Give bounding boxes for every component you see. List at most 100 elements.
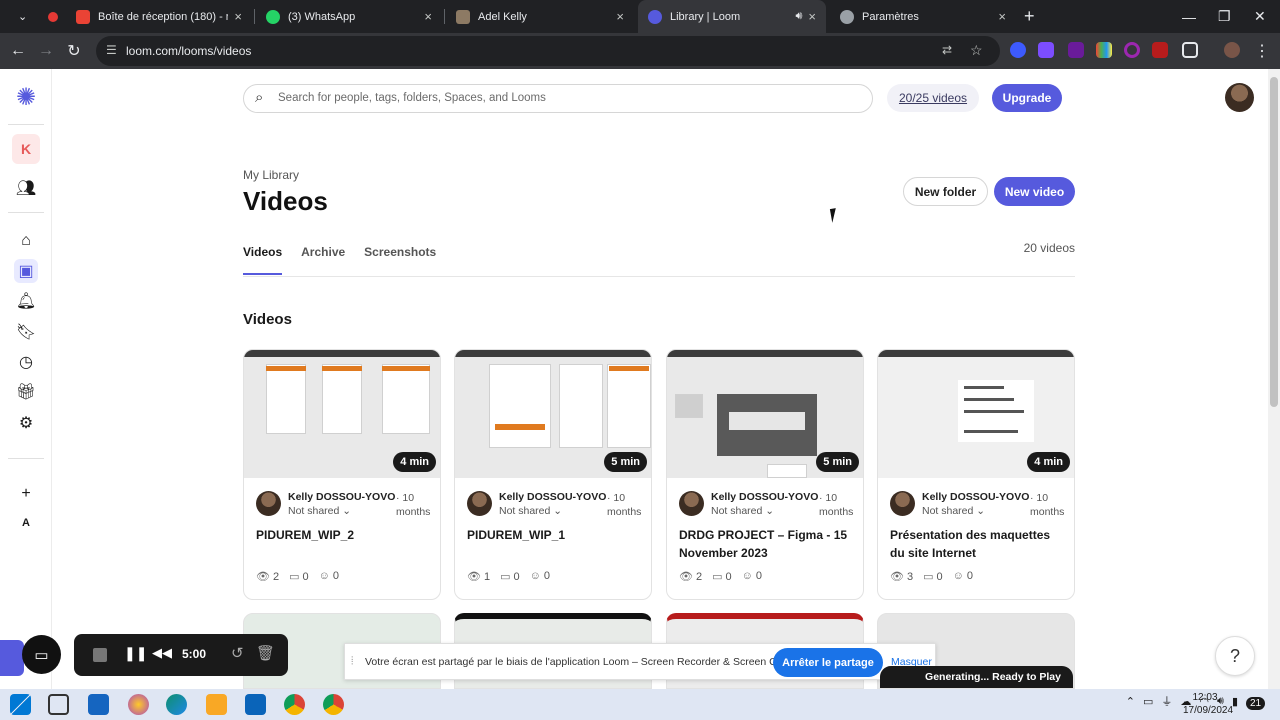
share-status-dropdown[interactable]: Not shared ⌄ bbox=[922, 505, 985, 517]
author-name[interactable]: Kelly DOSSOU-YOVO bbox=[288, 491, 395, 503]
edge-icon[interactable] bbox=[166, 694, 187, 715]
tab-adel-kelly[interactable]: Adel Kelly × bbox=[446, 0, 634, 33]
speaker-icon[interactable]: 🔊︎ bbox=[795, 10, 802, 23]
add-icon[interactable]: + bbox=[14, 482, 38, 506]
upgrade-button[interactable]: Upgrade bbox=[992, 84, 1062, 112]
copilot-icon[interactable] bbox=[128, 694, 149, 715]
new-tab-button[interactable]: + bbox=[1024, 0, 1035, 33]
account-initial[interactable]: A bbox=[14, 511, 38, 535]
outlook-icon[interactable] bbox=[245, 694, 266, 715]
video-title[interactable]: DRDG PROJECT – Figma - 15 November 2023 bbox=[679, 526, 857, 562]
mail-icon[interactable] bbox=[88, 694, 109, 715]
video-thumbnail[interactable]: 5 min bbox=[455, 350, 651, 478]
help-button[interactable]: ? bbox=[1215, 636, 1255, 676]
bell-icon[interactable]: 🔔︎ bbox=[14, 289, 38, 313]
search-input[interactable]: ⌕ Search for people, tags, folders, Spac… bbox=[243, 84, 873, 113]
share-status-dropdown[interactable]: Not shared ⌄ bbox=[499, 505, 562, 517]
recording-indicator[interactable] bbox=[38, 0, 64, 33]
video-title[interactable]: PIDUREM_WIP_2 bbox=[256, 526, 434, 544]
people-icon[interactable]: 👥︎ bbox=[14, 176, 38, 200]
chevron-up-icon[interactable]: ⌃ bbox=[1126, 695, 1135, 708]
notification-badge[interactable]: 21 bbox=[1246, 697, 1266, 710]
gear-icon[interactable]: ⚙ bbox=[14, 411, 38, 435]
restore-button[interactable]: ❐ bbox=[1218, 0, 1231, 33]
chrome-icon[interactable] bbox=[284, 694, 305, 715]
tab-archive[interactable]: Archive bbox=[301, 245, 345, 275]
restart-icon[interactable]: ↺ bbox=[231, 644, 244, 662]
drag-handle-icon[interactable]: ⦙ bbox=[351, 655, 353, 668]
tab-screenshots[interactable]: Screenshots bbox=[364, 245, 436, 275]
address-bar[interactable]: ☰ loom.com/looms/videos ⇄ ☆ bbox=[96, 36, 1000, 66]
tab-settings[interactable]: Paramètres × bbox=[830, 0, 1016, 33]
reload-icon[interactable]: ↻ bbox=[62, 39, 86, 63]
new-video-button[interactable]: New video bbox=[994, 177, 1075, 206]
user-avatar[interactable] bbox=[1225, 83, 1254, 112]
file-explorer-icon[interactable] bbox=[206, 694, 227, 715]
author-name[interactable]: Kelly DOSSOU-YOVO bbox=[499, 491, 606, 503]
scrollbar-thumb[interactable] bbox=[1270, 77, 1278, 407]
extension-icon[interactable] bbox=[1068, 42, 1084, 58]
loom-logo-icon[interactable]: ✺ bbox=[14, 84, 38, 111]
video-thumbnail[interactable]: 4 min bbox=[878, 350, 1074, 478]
monitor-icon[interactable]: ▭ bbox=[1143, 695, 1153, 708]
rewind-icon[interactable]: ◀◀ bbox=[152, 645, 172, 661]
stop-sharing-button[interactable]: Arrêter le partage bbox=[773, 648, 883, 677]
task-view-icon[interactable] bbox=[48, 694, 69, 715]
history-icon[interactable]: ◷ bbox=[14, 350, 38, 374]
extension-icon[interactable] bbox=[1038, 42, 1054, 58]
more-menu-icon[interactable]: ⋮ bbox=[1250, 39, 1274, 63]
site-info-icon[interactable]: ☰ bbox=[106, 43, 117, 57]
page-scrollbar[interactable] bbox=[1268, 69, 1280, 689]
author-name[interactable]: Kelly DOSSOU-YOVO bbox=[711, 491, 818, 503]
usb-icon[interactable]: ⏚ bbox=[1161, 693, 1172, 709]
windows-start-icon[interactable] bbox=[10, 694, 31, 715]
extension-icon[interactable] bbox=[1096, 42, 1112, 58]
pause-icon[interactable]: ❚❚ bbox=[124, 645, 147, 662]
camera-icon[interactable]: ▭ bbox=[22, 635, 61, 674]
close-icon[interactable]: × bbox=[424, 9, 432, 24]
share-status-dropdown[interactable]: Not shared ⌄ bbox=[711, 505, 774, 517]
video-thumbnail[interactable]: 5 min bbox=[667, 350, 863, 478]
close-icon[interactable]: × bbox=[234, 9, 242, 24]
video-card[interactable]: 4 min Kelly DOSSOU-YOVO · 10 months Not … bbox=[877, 349, 1075, 600]
tab-loom-library[interactable]: Library | Loom 🔊︎ × bbox=[638, 0, 826, 33]
home-icon[interactable]: ⌂ bbox=[14, 229, 38, 253]
star-icon[interactable]: ☆ bbox=[970, 42, 983, 59]
forward-arrow-icon[interactable]: → bbox=[34, 39, 58, 63]
minimize-button[interactable]: — bbox=[1182, 0, 1196, 33]
puzzle-icon[interactable] bbox=[1182, 42, 1198, 58]
new-folder-button[interactable]: New folder bbox=[903, 177, 988, 206]
tab-gmail[interactable]: Boîte de réception (180) - noell × bbox=[66, 0, 252, 33]
recorder-edge-tab[interactable] bbox=[0, 640, 24, 676]
extension-icon[interactable] bbox=[1124, 42, 1140, 58]
author-name[interactable]: Kelly DOSSOU-YOVO bbox=[922, 491, 1029, 503]
profile-avatar[interactable] bbox=[1224, 42, 1240, 58]
extension-icon[interactable] bbox=[1152, 42, 1168, 58]
workspace-avatar[interactable]: K bbox=[12, 134, 40, 164]
back-arrow-icon[interactable]: ← bbox=[6, 39, 30, 63]
chrome-icon[interactable] bbox=[323, 694, 344, 715]
video-quota-badge[interactable]: 20/25 videos bbox=[887, 84, 979, 112]
close-icon[interactable]: × bbox=[808, 9, 816, 24]
extension-icon[interactable] bbox=[1010, 42, 1026, 58]
video-card[interactable]: 5 min Kelly DOSSOU-YOVO · 10 months Not … bbox=[666, 349, 864, 600]
tab-search-button[interactable]: ⌄ bbox=[8, 0, 36, 33]
window-close-button[interactable]: ✕ bbox=[1254, 0, 1266, 33]
video-thumbnail[interactable]: 4 min bbox=[244, 350, 440, 478]
gift-icon[interactable]: 🎁︎ bbox=[14, 380, 38, 404]
close-icon[interactable]: × bbox=[998, 9, 1006, 24]
clock[interactable]: 12:03 17/09/2024 bbox=[1183, 691, 1233, 717]
video-card[interactable]: 5 min Kelly DOSSOU-YOVO · 10 months Not … bbox=[454, 349, 652, 600]
translate-icon[interactable]: ⇄ bbox=[942, 43, 952, 57]
video-title[interactable]: PIDUREM_WIP_1 bbox=[467, 526, 645, 544]
stop-icon[interactable] bbox=[93, 648, 107, 662]
share-status-dropdown[interactable]: Not shared ⌄ bbox=[288, 505, 351, 517]
bookmark-icon[interactable]: 🔖︎ bbox=[14, 320, 38, 344]
library-icon[interactable]: ▣ bbox=[14, 259, 38, 283]
video-title[interactable]: Présentation des maquettes du site Inter… bbox=[890, 526, 1068, 562]
tab-videos[interactable]: Videos bbox=[243, 245, 283, 275]
tab-whatsapp[interactable]: (3) WhatsApp × bbox=[256, 0, 442, 33]
trash-icon[interactable]: 🗑︎ bbox=[256, 644, 275, 662]
close-icon[interactable]: × bbox=[616, 9, 624, 24]
video-card[interactable]: 4 min Kelly DOSSOU-YOVO · 10 months Not … bbox=[243, 349, 441, 600]
